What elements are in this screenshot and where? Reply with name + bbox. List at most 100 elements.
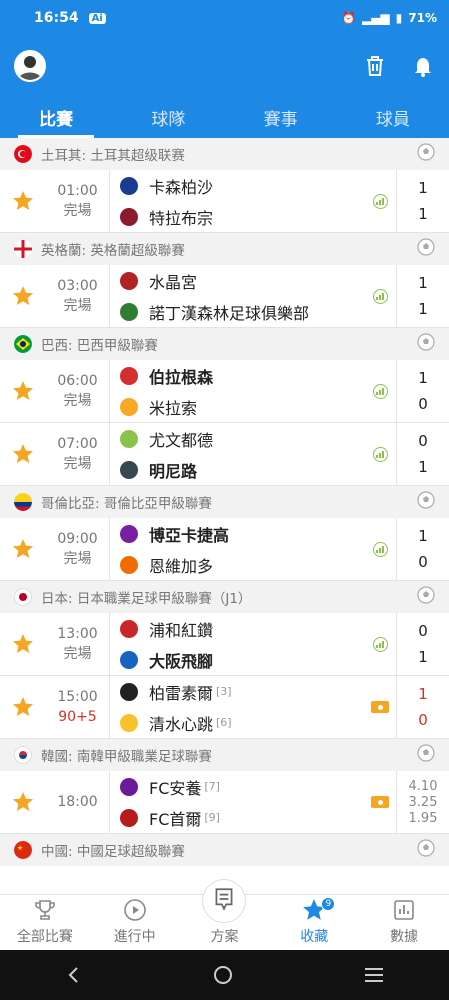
favorite-star-icon[interactable] bbox=[0, 379, 46, 403]
tab-0[interactable]: 比賽 bbox=[0, 96, 112, 138]
league-header[interactable]: 日本: 日本職業足球甲級聯賽（J1） bbox=[0, 581, 449, 613]
nav-item-chart[interactable]: 數據 bbox=[359, 895, 449, 950]
away-team-name: 米拉索 bbox=[149, 398, 198, 418]
football-icon[interactable] bbox=[417, 238, 435, 260]
match-row[interactable]: 06:00 完場 伯拉根森 米拉索 1 0 bbox=[0, 360, 449, 423]
home-team-rank: [3] bbox=[216, 685, 232, 698]
bottom-nav: 全部比賽 進行中 方案 9 收藏 數據 bbox=[0, 879, 449, 950]
favorite-star-icon[interactable] bbox=[0, 284, 46, 308]
home-score: 1 bbox=[418, 685, 428, 703]
live-field-icon[interactable] bbox=[371, 796, 389, 808]
league-header[interactable]: 韓國: 南韓甲級職業足球聯賽 bbox=[0, 739, 449, 771]
recents-icon[interactable] bbox=[363, 965, 385, 985]
match-row[interactable]: 18:00 FC安養 [7] FC首爾 [9] 4.10 3.25 1.95 bbox=[0, 771, 449, 834]
stats-icon[interactable] bbox=[372, 636, 388, 652]
football-icon[interactable] bbox=[417, 333, 435, 355]
football-icon[interactable] bbox=[417, 491, 435, 513]
stats-col[interactable] bbox=[364, 383, 396, 399]
away-score: 1 bbox=[418, 300, 428, 318]
match-status: 完場 bbox=[63, 393, 92, 409]
nav-item-trophy[interactable]: 全部比賽 bbox=[0, 895, 90, 950]
match-row[interactable]: 03:00 完場 水晶宮 諾丁漢森林足球俱樂部 1 1 bbox=[0, 265, 449, 328]
teams: 卡森柏沙 特拉布宗 bbox=[110, 174, 364, 229]
away-score: 0 bbox=[418, 553, 428, 571]
favorite-star-icon[interactable] bbox=[0, 442, 46, 466]
stats-icon[interactable] bbox=[372, 446, 388, 462]
plan-icon bbox=[211, 886, 237, 916]
away-team: 大阪飛腳 bbox=[120, 648, 364, 672]
away-score: 0 bbox=[418, 395, 428, 413]
tab-2[interactable]: 賽事 bbox=[225, 96, 337, 138]
tab-1[interactable]: 球隊 bbox=[112, 96, 224, 138]
league-name: 土耳其: 土耳其超级联赛 bbox=[41, 148, 185, 164]
away-score: 1 bbox=[418, 458, 428, 476]
nav-item-plan[interactable]: 方案 bbox=[180, 879, 270, 950]
stats-col[interactable] bbox=[364, 541, 396, 557]
stats-col[interactable] bbox=[364, 796, 396, 808]
favorite-star-icon[interactable] bbox=[0, 632, 46, 656]
league-header[interactable]: 土耳其: 土耳其超级联赛 bbox=[0, 138, 449, 170]
odds-value: 3.25 bbox=[408, 794, 438, 810]
stats-col[interactable] bbox=[364, 701, 396, 713]
teams: 柏雷素爾 [3] 清水心跳 [6] bbox=[110, 680, 364, 735]
play-icon bbox=[123, 896, 147, 924]
live-field-icon[interactable] bbox=[371, 701, 389, 713]
away-team: 明尼路 bbox=[120, 458, 364, 482]
away-team-logo-icon bbox=[120, 555, 138, 574]
football-icon[interactable] bbox=[417, 744, 435, 766]
japan-flag-icon bbox=[14, 588, 32, 606]
stats-col[interactable] bbox=[364, 193, 396, 209]
home-icon[interactable] bbox=[212, 964, 234, 986]
favorite-star-icon[interactable] bbox=[0, 189, 46, 213]
back-icon[interactable] bbox=[64, 965, 84, 985]
match-row[interactable]: 07:00 完場 尤文都德 明尼路 0 1 bbox=[0, 423, 449, 486]
away-team-name: 清水心跳 bbox=[149, 714, 214, 734]
stats-icon[interactable] bbox=[372, 193, 388, 209]
nav-label: 全部比賽 bbox=[16, 929, 73, 945]
league-header[interactable]: 英格蘭: 英格蘭超級聯賽 bbox=[0, 233, 449, 265]
football-icon[interactable] bbox=[417, 839, 435, 861]
match-row[interactable]: 15:00 90+5 柏雷素爾 [3] 清水心跳 [6] 1 0 bbox=[0, 676, 449, 739]
match-row[interactable]: 01:00 完場 卡森柏沙 特拉布宗 1 1 bbox=[0, 170, 449, 233]
league-name: 巴西: 巴西甲級聯賽 bbox=[41, 338, 158, 354]
match-status: 完場 bbox=[63, 456, 92, 472]
home-score: 0 bbox=[418, 622, 428, 640]
trash-icon[interactable] bbox=[363, 54, 387, 78]
bell-icon[interactable] bbox=[411, 54, 435, 78]
favorite-star-icon[interactable] bbox=[0, 695, 46, 719]
match-time: 09:00 完場 bbox=[46, 518, 110, 580]
nav-item-star[interactable]: 9 收藏 bbox=[269, 895, 359, 950]
away-score: 1 bbox=[418, 205, 428, 223]
match-row[interactable]: 13:00 完場 浦和紅鑽 大阪飛腳 0 1 bbox=[0, 613, 449, 676]
nav-item-play[interactable]: 進行中 bbox=[90, 895, 180, 950]
favorite-star-icon[interactable] bbox=[0, 790, 46, 814]
stats-col[interactable] bbox=[364, 288, 396, 304]
battery-icon: ▮ bbox=[395, 11, 403, 25]
league-name: 中國: 中國足球超級聯賽 bbox=[41, 844, 185, 860]
match-time: 03:00 完場 bbox=[46, 265, 110, 327]
league-header[interactable]: 中國: 中國足球超級聯賽 bbox=[0, 834, 449, 866]
home-score: 1 bbox=[418, 527, 428, 545]
league-header[interactable]: 巴西: 巴西甲級聯賽 bbox=[0, 328, 449, 360]
home-team-name: 博亞卡捷高 bbox=[149, 525, 230, 545]
stats-icon[interactable] bbox=[372, 288, 388, 304]
tab-3[interactable]: 球員 bbox=[337, 96, 449, 138]
ai-badge: Ai bbox=[88, 12, 106, 24]
league-header[interactable]: 哥倫比亞: 哥倫比亞甲級聯賽 bbox=[0, 486, 449, 518]
kickoff-time: 01:00 bbox=[57, 183, 98, 199]
main-tabs: 比賽 球隊 賽事 球員 bbox=[0, 96, 449, 138]
score-col: 01 bbox=[396, 423, 449, 485]
football-icon[interactable] bbox=[417, 586, 435, 608]
football-icon[interactable] bbox=[417, 143, 435, 165]
stats-icon[interactable] bbox=[372, 383, 388, 399]
plan-fab-button[interactable] bbox=[202, 879, 247, 923]
chart-icon bbox=[392, 896, 416, 924]
stats-col[interactable] bbox=[364, 636, 396, 652]
favorite-star-icon[interactable] bbox=[0, 537, 46, 561]
match-row[interactable]: 09:00 完場 博亞卡捷高 恩維加多 1 0 bbox=[0, 518, 449, 581]
home-team-logo-icon bbox=[120, 366, 138, 385]
stats-icon[interactable] bbox=[372, 541, 388, 557]
stats-col[interactable] bbox=[364, 446, 396, 462]
away-team-logo-icon bbox=[120, 713, 138, 732]
avatar[interactable] bbox=[14, 50, 46, 82]
